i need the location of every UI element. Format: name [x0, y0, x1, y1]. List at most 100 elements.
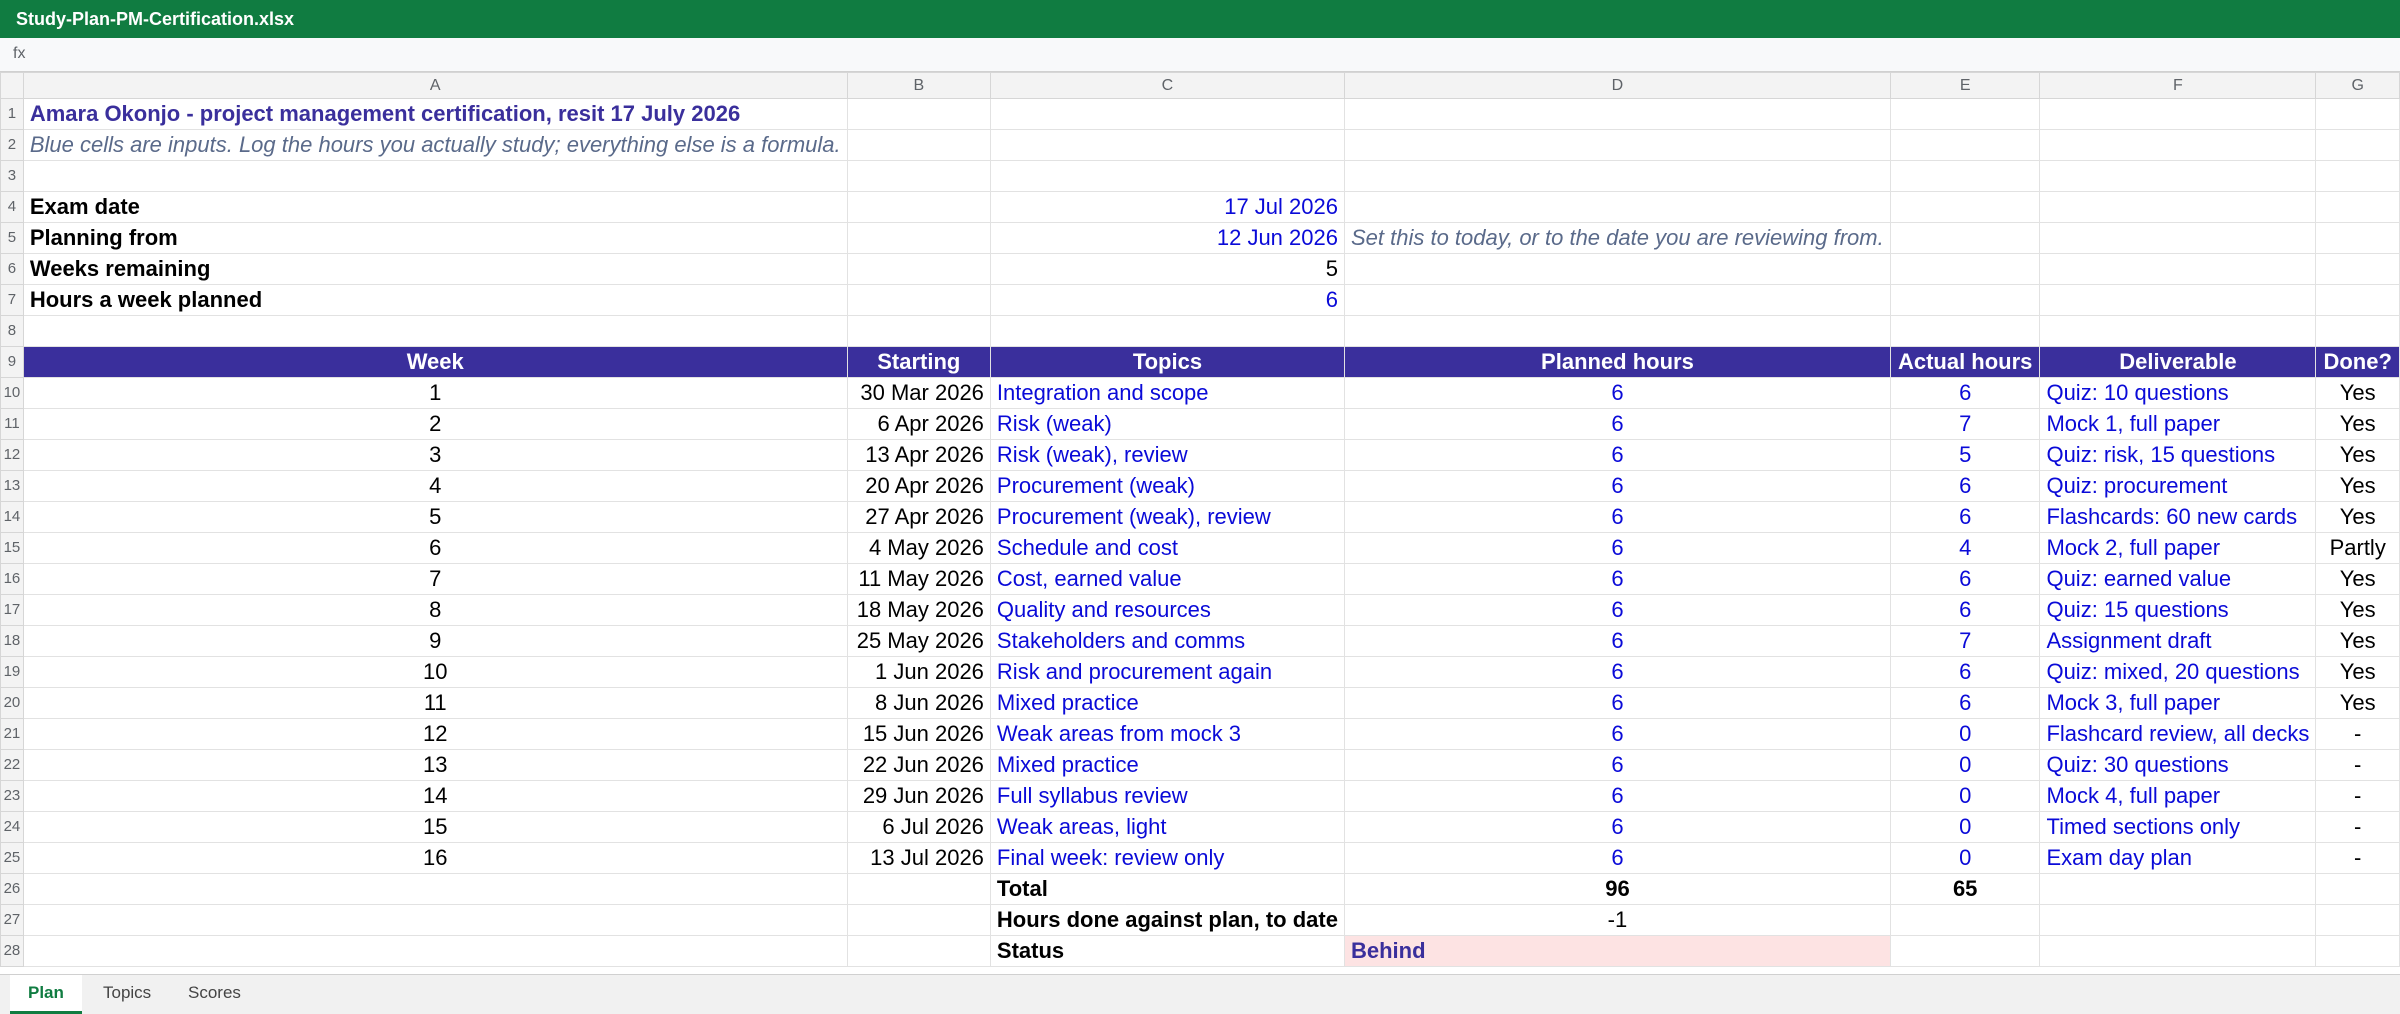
planning-note-cell[interactable]: Set this to today, or to the date you ar…	[1343, 222, 1891, 254]
planned-hours-cell[interactable]: 6	[1343, 749, 1891, 781]
done-cell[interactable]: -	[2315, 811, 2400, 843]
cell[interactable]	[22, 935, 848, 967]
planned-hours-cell[interactable]: 6	[1343, 780, 1891, 812]
cell[interactable]	[2039, 98, 2317, 130]
tab-scores[interactable]: Scores	[170, 975, 259, 1014]
column-header-d[interactable]: D	[1343, 72, 1891, 99]
cell[interactable]	[1343, 315, 1891, 347]
cell[interactable]	[846, 315, 991, 347]
cell[interactable]	[2039, 904, 2317, 936]
weeks-remaining-label-cell[interactable]: Weeks remaining	[22, 253, 848, 285]
row-header[interactable]: 19	[0, 656, 24, 688]
select-all-corner[interactable]	[0, 72, 24, 99]
cell[interactable]	[1343, 191, 1891, 223]
row-header[interactable]: 17	[0, 594, 24, 626]
week-cell[interactable]: 6	[22, 532, 848, 564]
actual-hours-cell[interactable]: 6	[1889, 563, 2041, 595]
deliverable-cell[interactable]: Mock 2, full paper	[2039, 532, 2317, 564]
cell[interactable]	[2039, 160, 2317, 192]
cell[interactable]	[846, 935, 991, 967]
deliverable-cell[interactable]: Assignment draft	[2039, 625, 2317, 657]
cell[interactable]	[846, 98, 991, 130]
cell[interactable]	[1343, 160, 1891, 192]
topics-cell[interactable]: Mixed practice	[989, 687, 1345, 719]
done-cell[interactable]: Yes	[2315, 625, 2400, 657]
deliverable-cell[interactable]: Quiz: 30 questions	[2039, 749, 2317, 781]
planned-hours-cell[interactable]: 6	[1343, 594, 1891, 626]
row-header[interactable]: 9	[0, 346, 24, 378]
planning-from-input-cell[interactable]: 12 Jun 2026	[989, 222, 1345, 254]
topics-cell[interactable]: Risk (weak), review	[989, 439, 1345, 471]
total-planned-cell[interactable]: 96	[1343, 873, 1891, 905]
planned-hours-cell[interactable]: 6	[1343, 842, 1891, 874]
row-header[interactable]: 14	[0, 501, 24, 533]
column-header-c[interactable]: C	[989, 72, 1345, 99]
cell[interactable]	[846, 904, 991, 936]
cell[interactable]	[1889, 284, 2041, 316]
topics-cell[interactable]: Risk and procurement again	[989, 656, 1345, 688]
cell[interactable]	[1343, 129, 1891, 161]
done-cell[interactable]: Yes	[2315, 563, 2400, 595]
week-cell[interactable]: 15	[22, 811, 848, 843]
row-header[interactable]: 4	[0, 191, 24, 223]
tab-plan[interactable]: Plan	[10, 975, 82, 1014]
exam-date-input-cell[interactable]: 17 Jul 2026	[989, 191, 1345, 223]
row-header[interactable]: 18	[0, 625, 24, 657]
deliverable-cell[interactable]: Timed sections only	[2039, 811, 2317, 843]
planning-from-label-cell[interactable]: Planning from	[22, 222, 848, 254]
week-cell[interactable]: 11	[22, 687, 848, 719]
tab-topics[interactable]: Topics	[85, 975, 169, 1014]
actual-hours-cell[interactable]: 7	[1889, 625, 2041, 657]
exam-date-label-cell[interactable]: Exam date	[22, 191, 848, 223]
cell[interactable]	[1343, 98, 1891, 130]
cell[interactable]	[22, 315, 848, 347]
row-header[interactable]: 15	[0, 532, 24, 564]
deliverable-cell[interactable]: Mock 4, full paper	[2039, 780, 2317, 812]
actual-hours-cell[interactable]: 4	[1889, 532, 2041, 564]
done-cell[interactable]: -	[2315, 718, 2400, 750]
row-header[interactable]: 2	[0, 129, 24, 161]
topics-cell[interactable]: Schedule and cost	[989, 532, 1345, 564]
deliverable-cell[interactable]: Mock 1, full paper	[2039, 408, 2317, 440]
cell[interactable]	[22, 904, 848, 936]
week-cell[interactable]: 4	[22, 470, 848, 502]
week-cell[interactable]: 2	[22, 408, 848, 440]
cell[interactable]	[2315, 222, 2400, 254]
row-header[interactable]: 16	[0, 563, 24, 595]
deliverable-cell[interactable]: Quiz: 15 questions	[2039, 594, 2317, 626]
header-planned-hours-cell[interactable]: Planned hours	[1343, 346, 1891, 378]
total-actual-cell[interactable]: 65	[1889, 873, 2041, 905]
week-cell[interactable]: 16	[22, 842, 848, 874]
starting-cell[interactable]: 29 Jun 2026	[846, 780, 991, 812]
actual-hours-cell[interactable]: 0	[1889, 811, 2041, 843]
week-cell[interactable]: 1	[22, 377, 848, 409]
against-plan-value-cell[interactable]: -1	[1343, 904, 1891, 936]
topics-cell[interactable]: Cost, earned value	[989, 563, 1345, 595]
against-plan-label-cell[interactable]: Hours done against plan, to date	[989, 904, 1345, 936]
planned-hours-cell[interactable]: 6	[1343, 811, 1891, 843]
column-header-f[interactable]: F	[2039, 72, 2317, 99]
cell[interactable]	[22, 160, 848, 192]
cell[interactable]	[1889, 160, 2041, 192]
row-header[interactable]: 7	[0, 284, 24, 316]
cell[interactable]	[846, 873, 991, 905]
cell[interactable]	[2039, 873, 2317, 905]
cell[interactable]	[1889, 904, 2041, 936]
row-header[interactable]: 11	[0, 408, 24, 440]
deliverable-cell[interactable]: Exam day plan	[2039, 842, 2317, 874]
total-label-cell[interactable]: Total	[989, 873, 1345, 905]
header-deliverable-cell[interactable]: Deliverable	[2039, 346, 2317, 378]
deliverable-cell[interactable]: Quiz: earned value	[2039, 563, 2317, 595]
column-header-e[interactable]: E	[1889, 72, 2041, 99]
starting-cell[interactable]: 1 Jun 2026	[846, 656, 991, 688]
cell[interactable]	[2039, 284, 2317, 316]
deliverable-cell[interactable]: Quiz: risk, 15 questions	[2039, 439, 2317, 471]
cell[interactable]	[846, 284, 991, 316]
week-cell[interactable]: 5	[22, 501, 848, 533]
row-header[interactable]: 23	[0, 780, 24, 812]
sheet-table[interactable]: A B C D E F G 1 Amara Okonjo - project m…	[0, 72, 2400, 967]
starting-cell[interactable]: 15 Jun 2026	[846, 718, 991, 750]
cell[interactable]	[2039, 253, 2317, 285]
sheet-title-cell[interactable]: Amara Okonjo - project management certif…	[22, 98, 848, 130]
row-header[interactable]: 10	[0, 377, 24, 409]
